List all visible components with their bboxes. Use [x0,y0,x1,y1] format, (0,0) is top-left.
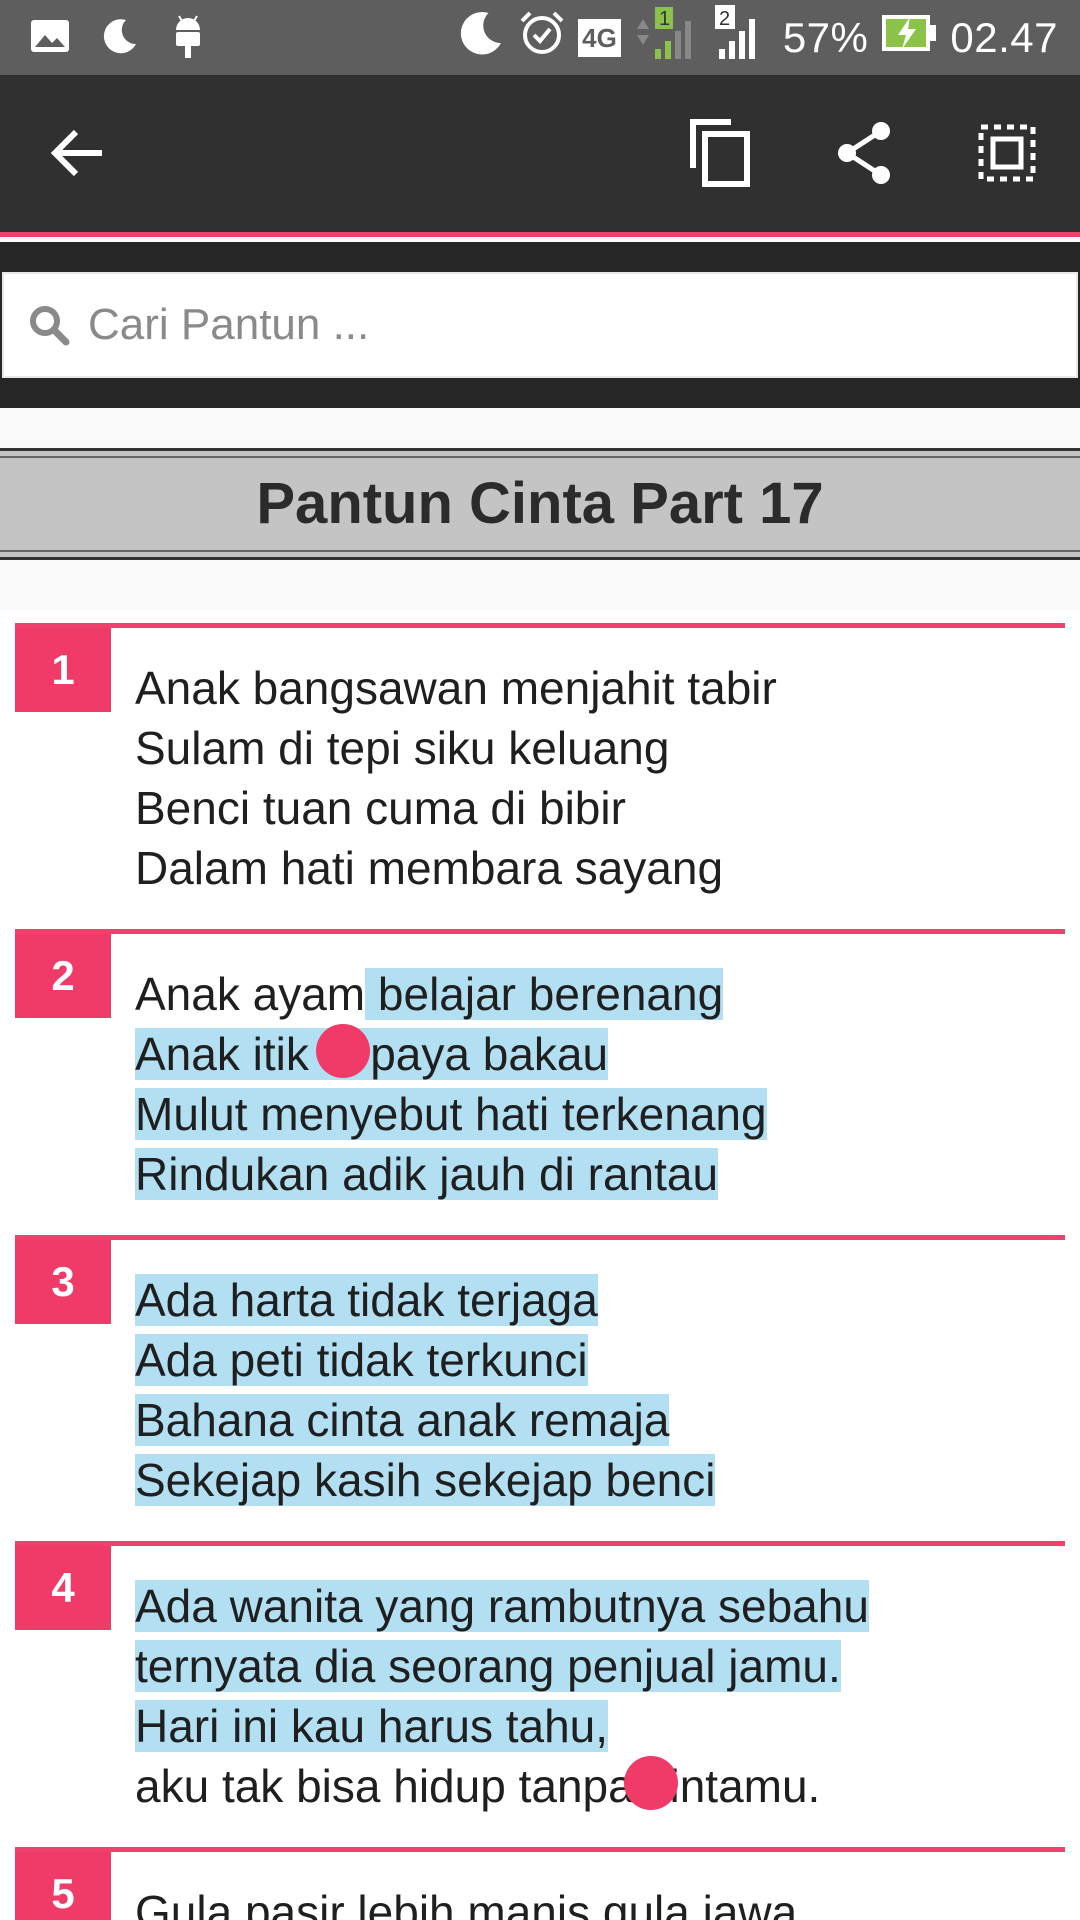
page-title: Pantun Cinta Part 17 [256,471,824,536]
moon-icon [100,16,140,61]
verse-line: Ada wanita yang rambutnya sebahu [135,1576,869,1636]
pantun-number: 2 [15,934,111,1018]
clock: 02.47 [950,14,1058,61]
pantun-number: 3 [15,1240,111,1324]
svg-text:2: 2 [719,8,730,30]
signal-icon: 2 [714,5,771,71]
selected-text: Ada harta tidak terjaga [135,1274,598,1326]
verse-line: Rindukan adik jauh di rantau [135,1144,767,1204]
selected-text: Rindukan adik jauh di rantau [135,1148,719,1200]
selected-text: Hari ini kau harus tahu, [135,1700,609,1752]
verse-line: ternyata dia seorang penjual jamu. [135,1636,869,1696]
selected-text: ternyata dia seorang penjual jamu. [135,1640,841,1692]
verse-line: Bahana cinta anak remaja [135,1390,715,1450]
battery-charging-icon [880,13,938,63]
verse-line: Benci tuan cuma di bibir [135,782,626,834]
verse-text-part: Anak ayam [135,968,366,1020]
verse-line: Mulut menyebut hati terkenang [135,1084,767,1144]
verse-line: Sekejap kasih sekejap benci [135,1450,716,1510]
pantun-number: 1 [15,628,111,712]
search-input[interactable] [88,300,1048,350]
pantun-verse: Anak bangsawan menjahit tabir Sulam di t… [135,658,777,898]
pantun-card[interactable]: 4 Ada wanita yang rambutnya sebahu terny… [15,1541,1065,1841]
copy-icon [689,118,751,193]
search-area [0,242,1080,408]
moon-icon [456,8,506,68]
verse-line: Anak ayam belajar berenang [135,964,767,1024]
gallery-icon [30,19,70,58]
verse-line: Gula pasir lebih manis gula jawa [135,1886,798,1920]
pantun-card[interactable]: 3 Ada harta tidak terjaga Ada peti tidak… [15,1235,1065,1535]
pantun-verse: Gula pasir lebih manis gula jawa [135,1882,797,1920]
title-band: Pantun Cinta Part 17 [0,448,1080,560]
pantun-list: 1 Anak bangsawan menjahit tabir Sulam di… [0,610,1080,1920]
pantun-number: 4 [15,1546,111,1630]
svg-text:1: 1 [659,8,670,30]
search-icon [4,304,88,346]
share-icon [835,121,895,190]
verse-line: Anak bangsawan menjahit tabir [135,662,777,714]
android-icon [170,12,206,65]
selected-text: Anak itik di paya bakau [135,1028,609,1080]
verse-line: Ada harta tidak terjaga [135,1270,715,1330]
selected-text: Ada peti tidak terkunci [135,1334,588,1386]
battery-percent: 57% [782,14,869,61]
signal-icon: 1 [633,5,703,71]
selected-text: Bahana cinta anak remaja [135,1394,670,1446]
back-button[interactable] [38,115,118,195]
alarm-icon [518,9,566,67]
verse-line: Hari ini kau harus tahu, [135,1696,869,1756]
selected-text: Ada wanita yang rambutnya sebahu [135,1580,869,1632]
pantun-card[interactable]: 1 Anak bangsawan menjahit tabir Sulam di… [15,623,1065,923]
back-arrow-icon [50,128,106,183]
search-box[interactable] [2,272,1078,378]
selected-text: belajar berenang [365,968,724,1020]
select-all-button[interactable] [967,115,1047,195]
toolbar [0,75,1080,237]
share-button[interactable] [825,115,905,195]
pantun-number: 5 [15,1852,111,1920]
selected-text: Mulut menyebut hati terkenang [135,1088,767,1140]
status-bar: 4G 1 2 57% 02.47 [0,0,1080,75]
copy-button[interactable] [680,115,760,195]
network-type-icon: 4G [578,19,621,57]
verse-line: Dalam hati membara sayang [135,842,724,894]
select-all-icon [978,124,1036,187]
verse-line: Anak itik di paya bakau [135,1024,767,1084]
pantun-card[interactable]: 2 Anak ayam belajar berenang Anak itik d… [15,929,1065,1229]
pantun-verse: Anak ayam belajar berenang Anak itik di … [135,964,767,1204]
pantun-verse: Ada harta tidak terjaga Ada peti tidak t… [135,1270,716,1510]
verse-line: Ada peti tidak terkunci [135,1330,715,1390]
selected-text: Sekejap kasih sekejap benci [135,1454,716,1506]
selection-start-handle[interactable] [316,1024,370,1078]
selection-end-handle[interactable] [624,1756,678,1810]
pantun-verse: Ada wanita yang rambutnya sebahu ternyat… [135,1576,869,1816]
verse-line: Sulam di tepi siku keluang [135,722,670,774]
verse-line: aku tak bisa hidup tanpa cintamu. [135,1760,821,1812]
pantun-card[interactable]: 5 Gula pasir lebih manis gula jawa [15,1847,1065,1920]
